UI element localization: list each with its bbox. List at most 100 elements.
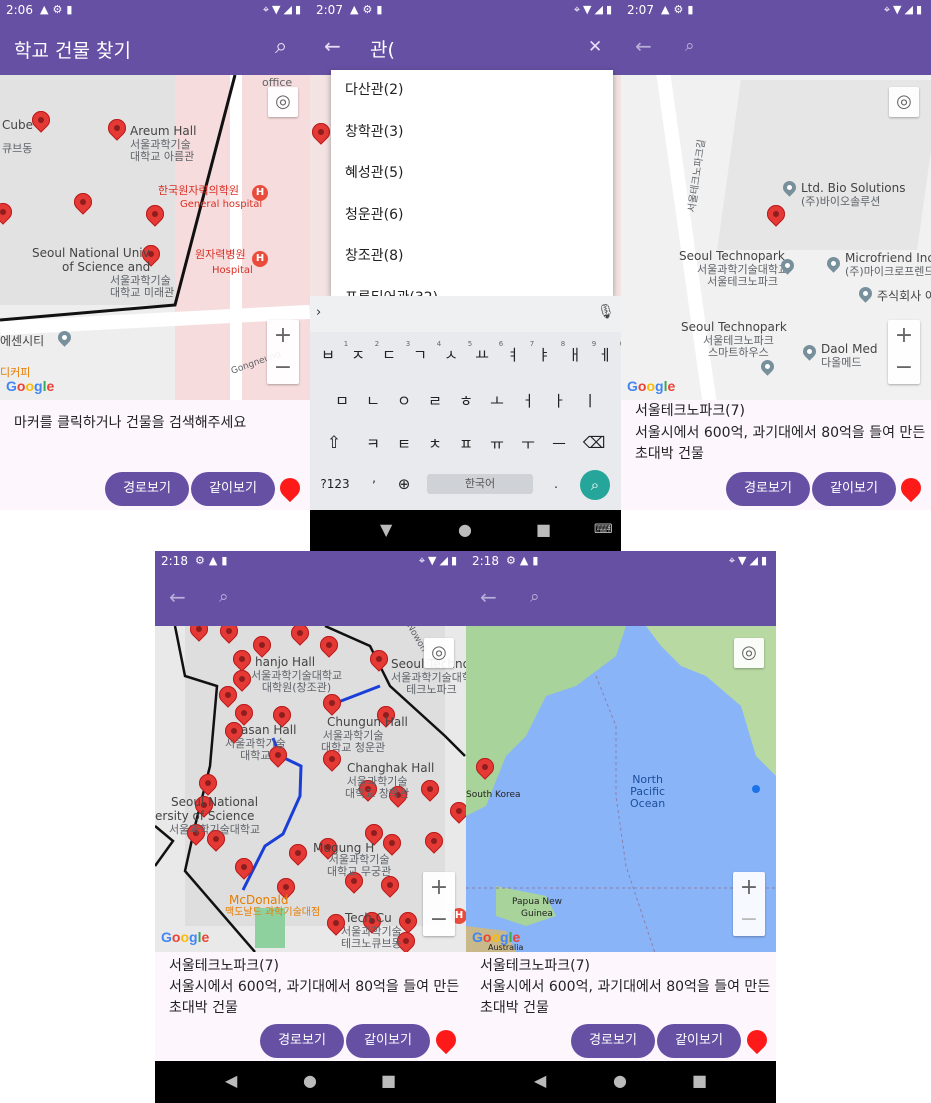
nav-back-icon[interactable]: ◀: [534, 1071, 546, 1090]
zoom-out-button[interactable]: −: [267, 352, 299, 384]
google-logo: Google: [6, 378, 55, 394]
map-label-mirae: 서울과학기술 대학교 미래관: [110, 274, 175, 299]
map-label-microfriend-kr: (주)마이크로프렌드: [845, 265, 931, 278]
map-view[interactable]: 서울테크노파크길 Ltd. Bio Solutions (주)바이오솔루션 Se…: [621, 75, 931, 400]
comma-key[interactable]: ,: [362, 471, 386, 485]
search-icon[interactable]: ⌕: [530, 587, 540, 607]
map-label-microfriend: Microfriend Inc: [845, 251, 931, 265]
building-info-desc: 서울시에서 600억, 과기대에서 80억을 들여 만든 초대박 건물: [480, 979, 771, 1016]
nav-recent-icon[interactable]: ■: [381, 1071, 396, 1090]
key[interactable]: ㅠ: [485, 433, 509, 454]
map-view[interactable]: hanjo Hall 서울과학기술대학교 대학원(창조관) Seoul Tech…: [155, 626, 466, 952]
notification-icons: ⚙▲▮: [195, 554, 232, 567]
suggestion-item[interactable]: 다산관(2): [331, 70, 613, 112]
symbols-key[interactable]: ?123: [318, 477, 352, 491]
building-info-desc: 서울시에서 600억, 과기대에서 80억을 들여 만든 초대박 건물: [169, 979, 460, 1016]
my-location-button[interactable]: ◎: [889, 87, 919, 117]
map-label-chungun-kr: 서울과학기술 대학교 청운관: [321, 729, 386, 754]
suggestion-item[interactable]: 창조관(8): [331, 236, 613, 278]
marker-toggle-icon[interactable]: [275, 473, 305, 503]
key[interactable]: ㅡ: [547, 433, 571, 454]
mic-icon[interactable]: 🎙: [597, 304, 615, 320]
route-button[interactable]: 경로보기: [726, 472, 810, 506]
map-label-snu: Seoul National Univ: [32, 246, 150, 260]
key[interactable]: ㅋ: [361, 433, 385, 454]
expand-icon[interactable]: ›: [316, 305, 321, 320]
globe-icon[interactable]: ⊕: [392, 475, 416, 493]
nav-recent-icon[interactable]: ■: [536, 520, 551, 539]
suggestion-dropdown: 다산관(2) 창학관(3) 혜성관(5) 청운관(6) 창조관(8) 프론티어관…: [331, 70, 613, 296]
key[interactable]: ㅁ: [330, 390, 354, 411]
key[interactable]: ㅗ: [485, 390, 509, 411]
back-arrow-icon[interactable]: ←: [324, 34, 341, 58]
period-key[interactable]: .: [544, 477, 568, 491]
back-arrow-icon[interactable]: ←: [169, 585, 186, 609]
nav-hide-keyboard-icon[interactable]: ▼: [380, 520, 392, 539]
back-arrow-icon[interactable]: ←: [635, 34, 652, 58]
status-bar: 2:18 ⚙▲▮ ⌖▼◢▮: [466, 551, 776, 573]
map-label-jusik: 주식회사 아: [877, 289, 931, 303]
map-view[interactable]: Cube 큐브동 Areum Hall 서울과학기술 대학교 아름관 offic…: [0, 75, 310, 400]
search-icon[interactable]: ⌕: [685, 36, 695, 56]
backspace-key-icon[interactable]: ⌫: [582, 433, 606, 452]
map-view[interactable]: South Korea North Pacific Ocean Papua Ne…: [466, 626, 776, 952]
my-location-button[interactable]: ◎: [424, 638, 454, 668]
notification-icons: ⚙▲▮: [506, 554, 543, 567]
zoom-out-button[interactable]: −: [733, 904, 765, 936]
nav-home-icon[interactable]: ●: [458, 520, 472, 539]
nav-home-icon[interactable]: ●: [303, 1071, 317, 1090]
suggestion-item[interactable]: 창학관(3): [331, 112, 613, 154]
key[interactable]: ㅣ: [578, 390, 602, 411]
search-icon[interactable]: ⌕: [275, 34, 287, 59]
suggestion-item[interactable]: 혜성관(5): [331, 153, 613, 195]
search-icon[interactable]: ⌕: [219, 587, 229, 607]
key[interactable]: ㅜ: [516, 433, 540, 454]
search-key-icon[interactable]: ⌕: [580, 470, 610, 500]
key[interactable]: ㅏ: [547, 390, 571, 411]
key[interactable]: ㅊ: [423, 433, 447, 454]
suggestion-item[interactable]: 청운관(6): [331, 195, 613, 237]
zoom-out-button[interactable]: −: [423, 904, 455, 936]
nav-keyboard-icon[interactable]: ⌨: [594, 522, 613, 537]
zoom-in-button[interactable]: +: [423, 872, 455, 904]
close-icon[interactable]: ✕: [588, 37, 602, 57]
together-button[interactable]: 같이보기: [191, 472, 275, 506]
together-button[interactable]: 같이보기: [812, 472, 896, 506]
together-button[interactable]: 같이보기: [346, 1024, 430, 1058]
shift-key-icon[interactable]: ⇧: [322, 433, 346, 453]
nav-back-icon[interactable]: ◀: [225, 1071, 237, 1090]
suggestion-item[interactable]: 프론티어관(32): [331, 278, 613, 297]
zoom-in-button[interactable]: +: [888, 320, 920, 352]
back-arrow-icon[interactable]: ←: [480, 585, 497, 609]
my-location-button[interactable]: ◎: [268, 87, 298, 117]
marker-toggle-icon[interactable]: [896, 473, 926, 503]
soft-keyboard: › 🎙 ㅂ ㅈ ㄷ ㄱ ㅅ ㅛ ㅕ ㅑ ㅐ ㅔ 1 2 3 4 5 6 7 8 …: [310, 296, 624, 510]
key[interactable]: ㅇ: [392, 390, 416, 411]
nav-home-icon[interactable]: ●: [613, 1071, 627, 1090]
space-key[interactable]: 한국어: [427, 474, 533, 494]
map-label-nuclear: 한국원자력의학원: [158, 184, 239, 197]
zoom-in-button[interactable]: +: [267, 320, 299, 352]
key[interactable]: ㅎ: [454, 390, 478, 411]
zoom-controls: + −: [733, 872, 765, 936]
key[interactable]: ㄹ: [423, 390, 447, 411]
key[interactable]: ㅌ: [392, 433, 416, 454]
route-button[interactable]: 경로보기: [105, 472, 189, 506]
action-buttons: 경로보기 같이보기: [466, 1024, 776, 1060]
my-location-button[interactable]: ◎: [734, 638, 764, 668]
zoom-in-button[interactable]: +: [733, 872, 765, 904]
together-button[interactable]: 같이보기: [657, 1024, 741, 1058]
key[interactable]: ㄴ: [361, 390, 385, 411]
zoom-out-button[interactable]: −: [888, 352, 920, 384]
search-input[interactable]: 관(: [370, 35, 395, 62]
marker-toggle-icon[interactable]: [742, 1025, 772, 1055]
nav-recent-icon[interactable]: ■: [692, 1071, 707, 1090]
key[interactable]: ㅍ: [454, 433, 478, 454]
key[interactable]: ㅓ: [516, 390, 540, 411]
nav-bar: ◀ ● ■: [155, 1061, 466, 1103]
map-label-areum-kr: 서울과학기술 대학교 아름관: [130, 138, 195, 163]
map-label-chanjo: hanjo Hall: [255, 655, 316, 669]
marker-toggle-icon[interactable]: [431, 1025, 461, 1055]
route-button[interactable]: 경로보기: [571, 1024, 655, 1058]
route-button[interactable]: 경로보기: [260, 1024, 344, 1058]
